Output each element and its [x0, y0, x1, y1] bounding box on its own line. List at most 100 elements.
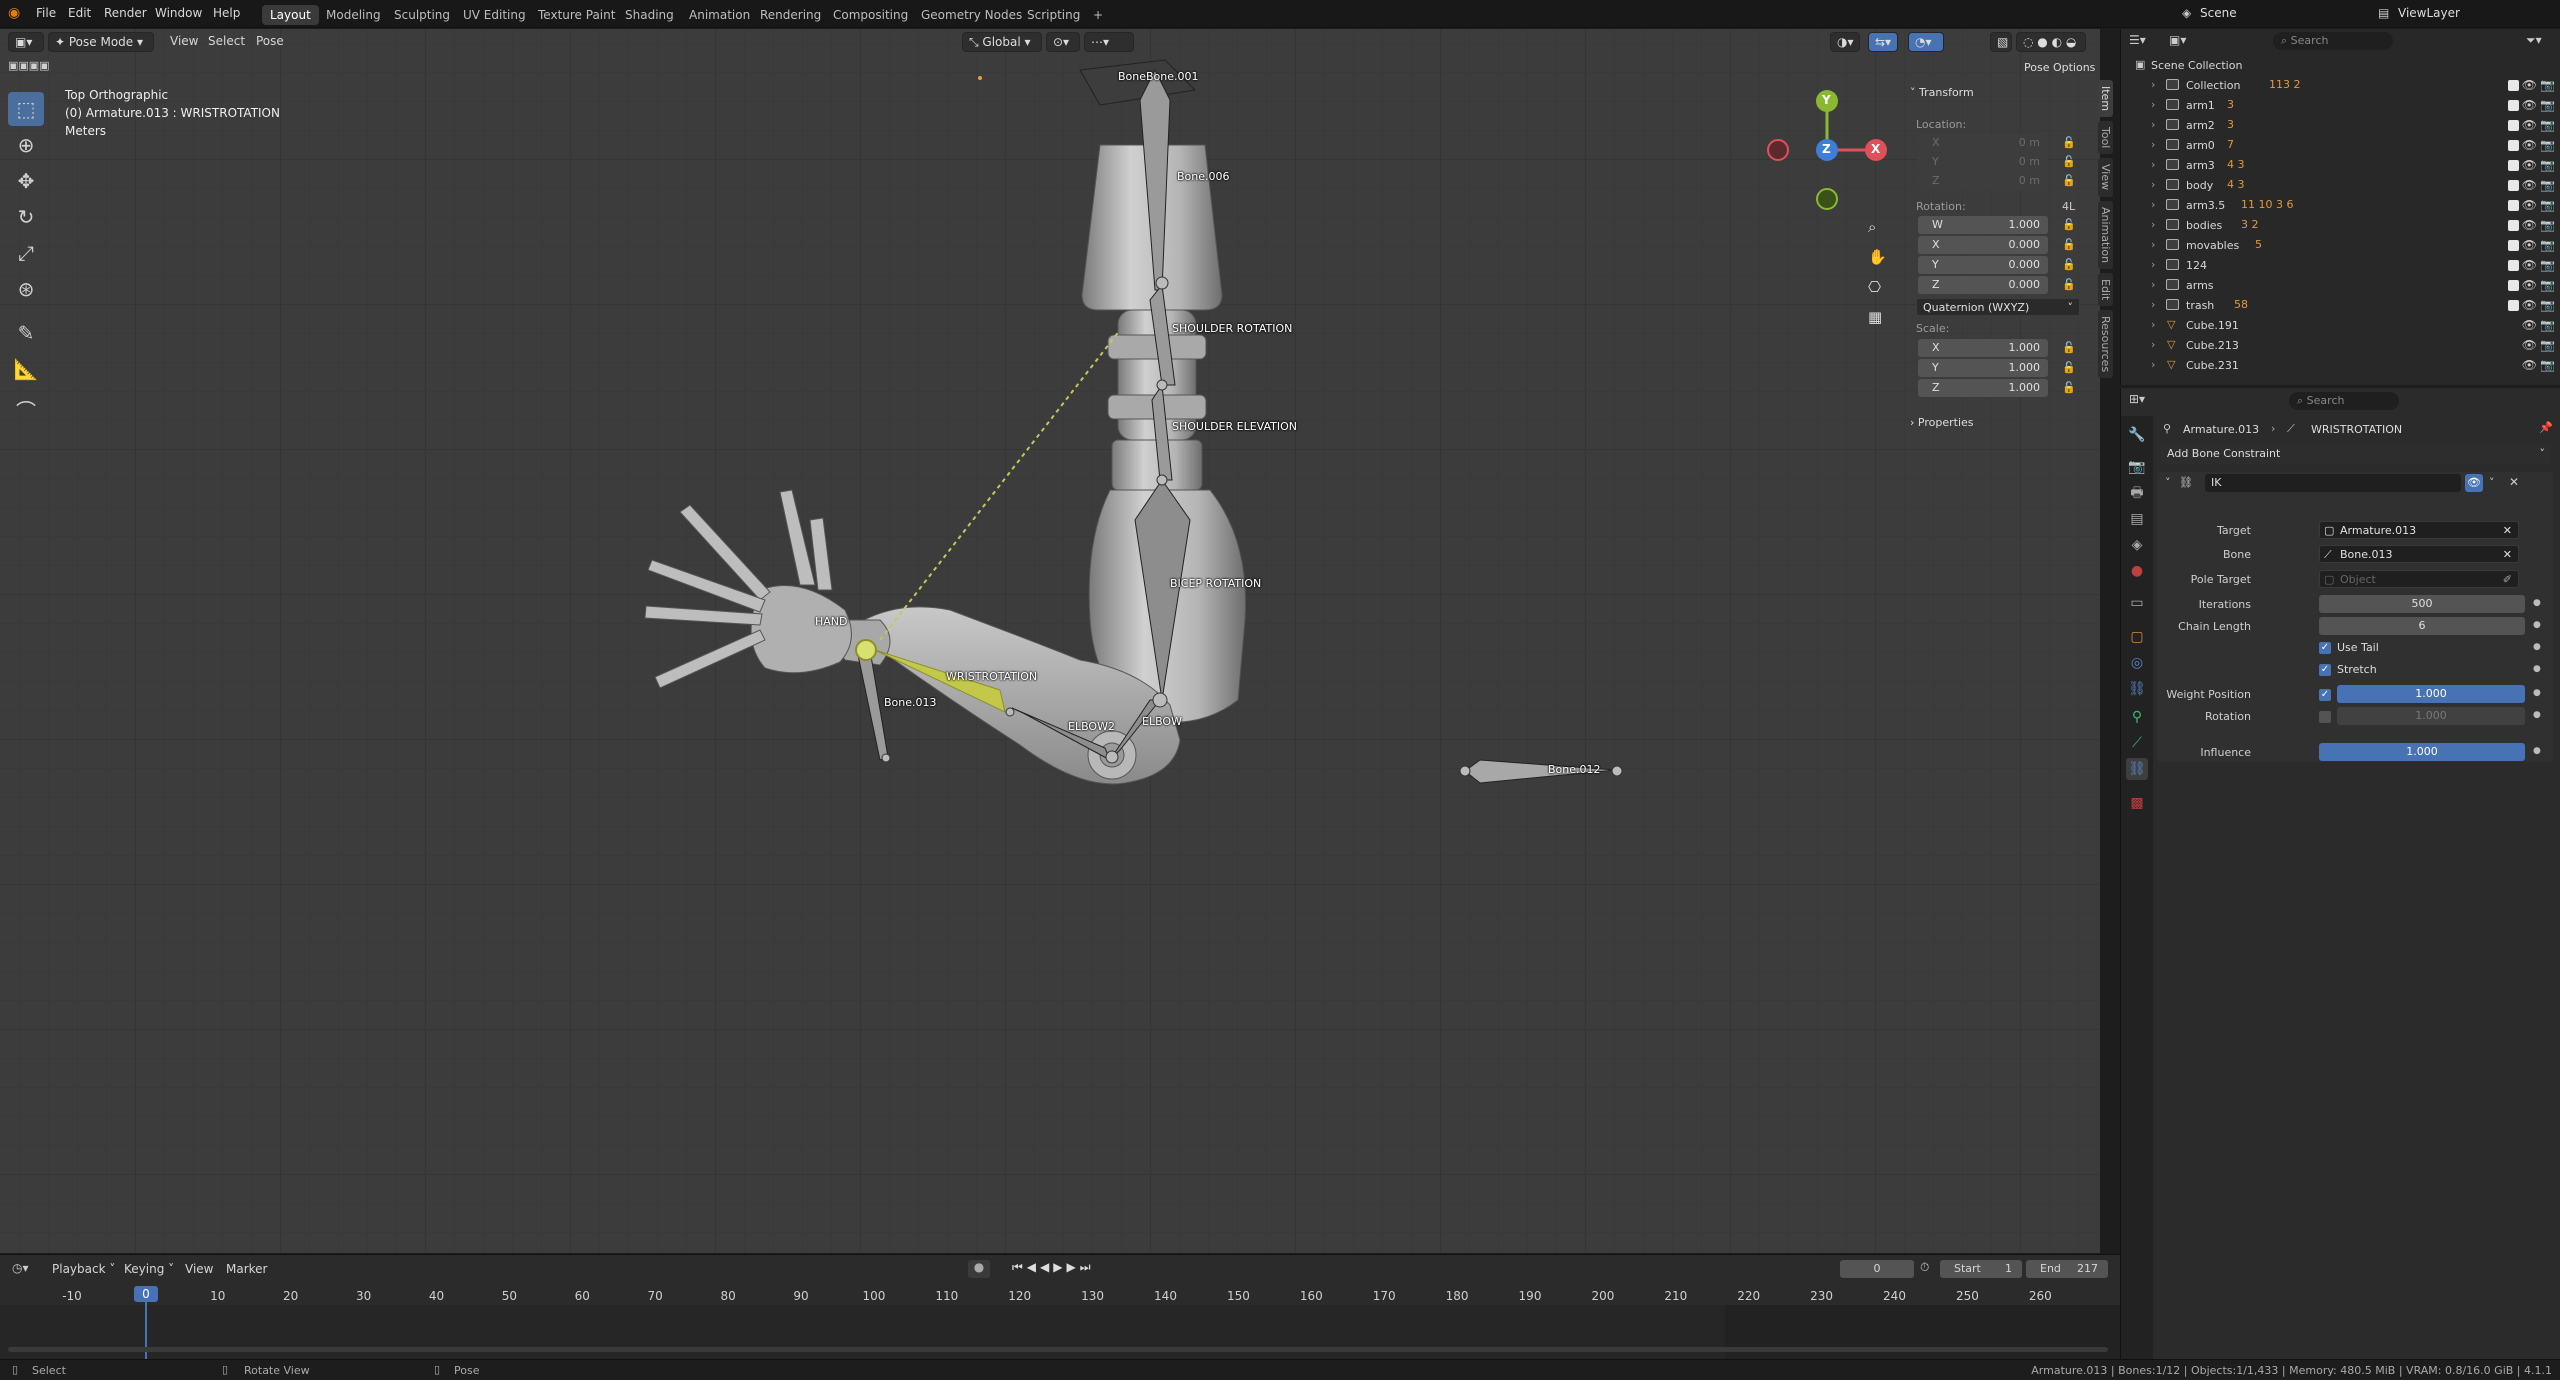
keyframe-dot-icon[interactable]: ● [2533, 620, 2541, 630]
chain-length-field[interactable]: 6 [2319, 617, 2525, 635]
outliner-row[interactable]: › trash 58 👁 📷 [2121, 296, 2560, 316]
eye-icon[interactable]: 👁 [2522, 318, 2537, 332]
timeline-editor-icon[interactable]: ◷▾ [12, 1261, 29, 1275]
outliner-row[interactable]: › arms 👁 📷 [2121, 276, 2560, 296]
rotation-y-field[interactable]: Y 0.000 [1918, 256, 2048, 274]
eye-icon[interactable]: 👁 [2522, 158, 2537, 172]
scene-selector[interactable]: Scene [2200, 6, 2237, 20]
outliner-row[interactable]: › arm2 3 👁 📷 [2121, 116, 2560, 136]
expand-chevron-icon[interactable]: › [2151, 318, 2155, 331]
expand-chevron-icon[interactable]: › [2151, 158, 2155, 171]
rotation-4l-toggle[interactable]: 4L [2062, 200, 2075, 213]
lock-icon[interactable]: 🔓 [2062, 381, 2076, 394]
keyframe-dot-icon[interactable]: ● [2533, 746, 2541, 756]
lock-icon[interactable]: 🔓 [2062, 238, 2076, 251]
clear-icon[interactable]: ✕ [2503, 522, 2512, 540]
scene-collection-row[interactable]: ▣ Scene Collection [2121, 56, 2560, 76]
render-camera-icon[interactable]: 📷 [2540, 198, 2555, 212]
exclude-checkbox[interactable] [2508, 200, 2519, 211]
output-tab-icon[interactable]: 🖶 [2126, 482, 2148, 504]
exclude-checkbox[interactable] [2508, 180, 2519, 191]
keyframe-dot-icon[interactable]: ● [2533, 598, 2541, 608]
keyframe-dot-icon[interactable]: ● [2533, 642, 2541, 652]
exclude-checkbox[interactable] [2508, 240, 2519, 251]
expand-chevron-icon[interactable]: › [2151, 218, 2155, 231]
transform-header[interactable]: ˅ Transform [1910, 86, 1974, 99]
render-camera-icon[interactable]: 📷 [2540, 338, 2555, 352]
eye-icon[interactable]: 👁 [2522, 138, 2537, 152]
exclude-checkbox[interactable] [2508, 260, 2519, 271]
expand-chevron-icon[interactable]: › [2151, 278, 2155, 291]
outliner-row[interactable]: › ▽ Cube.213 👁 📷 [2121, 336, 2560, 356]
collapse-icon[interactable]: ˅ [2165, 476, 2171, 489]
expand-chevron-icon[interactable]: › [2151, 298, 2155, 311]
add-bone-constraint-button[interactable]: Add Bone Constraint ˅ [2161, 444, 2551, 464]
expand-chevron-icon[interactable]: › [2151, 358, 2155, 371]
lock-icon[interactable]: 🔓 [2062, 341, 2076, 354]
tab-view[interactable]: View [2098, 158, 2113, 197]
playhead-marker[interactable]: 0 [134, 1286, 158, 1302]
render-camera-icon[interactable]: 📷 [2540, 158, 2555, 172]
expand-chevron-icon[interactable]: › [2151, 138, 2155, 151]
render-camera-icon[interactable]: 📷 [2540, 178, 2555, 192]
location-z-field[interactable]: Z 0 m [1918, 172, 2048, 190]
target-field[interactable]: ▢ Armature.013 ✕ [2319, 521, 2519, 539]
outliner-row[interactable]: › ▽ Cube.231 👁 📷 [2121, 356, 2560, 376]
bone-field[interactable]: ⟋ Bone.013 ✕ [2319, 545, 2519, 563]
use-tail-checkbox[interactable]: ✓ [2319, 642, 2331, 654]
scale-z-field[interactable]: Z 1.000 [1918, 379, 2048, 397]
outliner-search-input[interactable]: ⌕ Search [2273, 32, 2393, 50]
constraint-name-input[interactable]: IK [2205, 474, 2461, 492]
exclude-checkbox[interactable] [2508, 80, 2519, 91]
rotation-weight-slider[interactable]: 1.000 [2337, 707, 2525, 725]
exclude-checkbox[interactable] [2508, 100, 2519, 111]
rotation-weight-checkbox[interactable] [2319, 711, 2331, 723]
tab-tool[interactable]: Tool [2098, 121, 2113, 155]
outliner-row[interactable]: › 124 👁 📷 [2121, 256, 2560, 276]
rotation-mode-select[interactable]: Quaternion (WXYZ) ˅ [1916, 298, 2080, 316]
filter-icon[interactable]: ⏷▾ [2526, 33, 2542, 48]
exclude-checkbox[interactable] [2508, 280, 2519, 291]
outliner-row[interactable]: › bodies 3 2 👁 📷 [2121, 216, 2560, 236]
lock-icon[interactable]: 🔓 [2062, 361, 2076, 374]
eye-icon[interactable]: 👁 [2522, 238, 2537, 252]
influence-slider[interactable]: 1.000 [2319, 743, 2525, 761]
exclude-checkbox[interactable] [2508, 120, 2519, 131]
pan-hand-icon[interactable]: ✋ [1868, 248, 1890, 278]
outliner-row[interactable]: › arm3.5 11 10 3 6 👁 📷 [2121, 196, 2560, 216]
scale-x-field[interactable]: X 1.000 [1918, 339, 2048, 357]
display-mode-icon[interactable]: ▣▾ [2169, 33, 2186, 47]
tab-edit[interactable]: Edit [2098, 272, 2113, 306]
eye-icon[interactable]: 👁 [2522, 298, 2537, 312]
record-button[interactable]: ● [968, 1260, 990, 1278]
tool-tab-icon[interactable]: 🔧 [2126, 424, 2148, 446]
keyframe-dot-icon[interactable]: ● [2533, 710, 2541, 720]
outliner-row[interactable]: › movables 5 👁 📷 [2121, 236, 2560, 256]
constraint-menu-icon[interactable]: ˅ [2489, 476, 2495, 489]
eye-icon[interactable]: 👁 [2522, 338, 2537, 352]
viewlayer-selector[interactable]: ViewLayer [2398, 6, 2460, 20]
grid-icon[interactable]: ▦ [1868, 308, 1890, 338]
lock-icon[interactable]: 🔓 [2062, 155, 2076, 168]
eye-icon[interactable]: 👁 [2522, 258, 2537, 272]
remove-constraint-icon[interactable]: ✕ [2509, 475, 2519, 489]
end-frame-field[interactable]: End 217 [2026, 1260, 2108, 1278]
preview-range-icon[interactable]: ⏱ [1920, 1260, 1929, 1275]
playback-controls[interactable]: ⏮◀◀▶▶⏭ [1012, 1260, 1095, 1278]
tab-resources[interactable]: Resources [2098, 309, 2113, 379]
render-camera-icon[interactable]: 📷 [2540, 138, 2555, 152]
outliner-row[interactable]: › Collection 113 2 👁 📷 [2121, 76, 2560, 96]
physics-tab-icon[interactable]: ◎ [2126, 652, 2148, 674]
pin-icon[interactable]: 📌 [2539, 421, 2553, 434]
stretch-checkbox[interactable]: ✓ [2319, 664, 2331, 676]
rotation-w-field[interactable]: W 1.000 [1918, 216, 2048, 234]
render-camera-icon[interactable]: 📷 [2540, 238, 2555, 252]
outliner-row[interactable]: › arm3 4 3 👁 📷 [2121, 156, 2560, 176]
eye-icon[interactable]: 👁 [2522, 118, 2537, 132]
render-camera-icon[interactable]: 📷 [2540, 318, 2555, 332]
outliner-row[interactable]: › arm0 7 👁 📷 [2121, 136, 2560, 156]
lock-icon[interactable]: 🔓 [2062, 218, 2076, 231]
location-x-field[interactable]: X 0 m [1918, 134, 2048, 152]
render-camera-icon[interactable]: 📷 [2540, 278, 2555, 292]
eye-icon[interactable]: 👁 [2522, 358, 2537, 372]
